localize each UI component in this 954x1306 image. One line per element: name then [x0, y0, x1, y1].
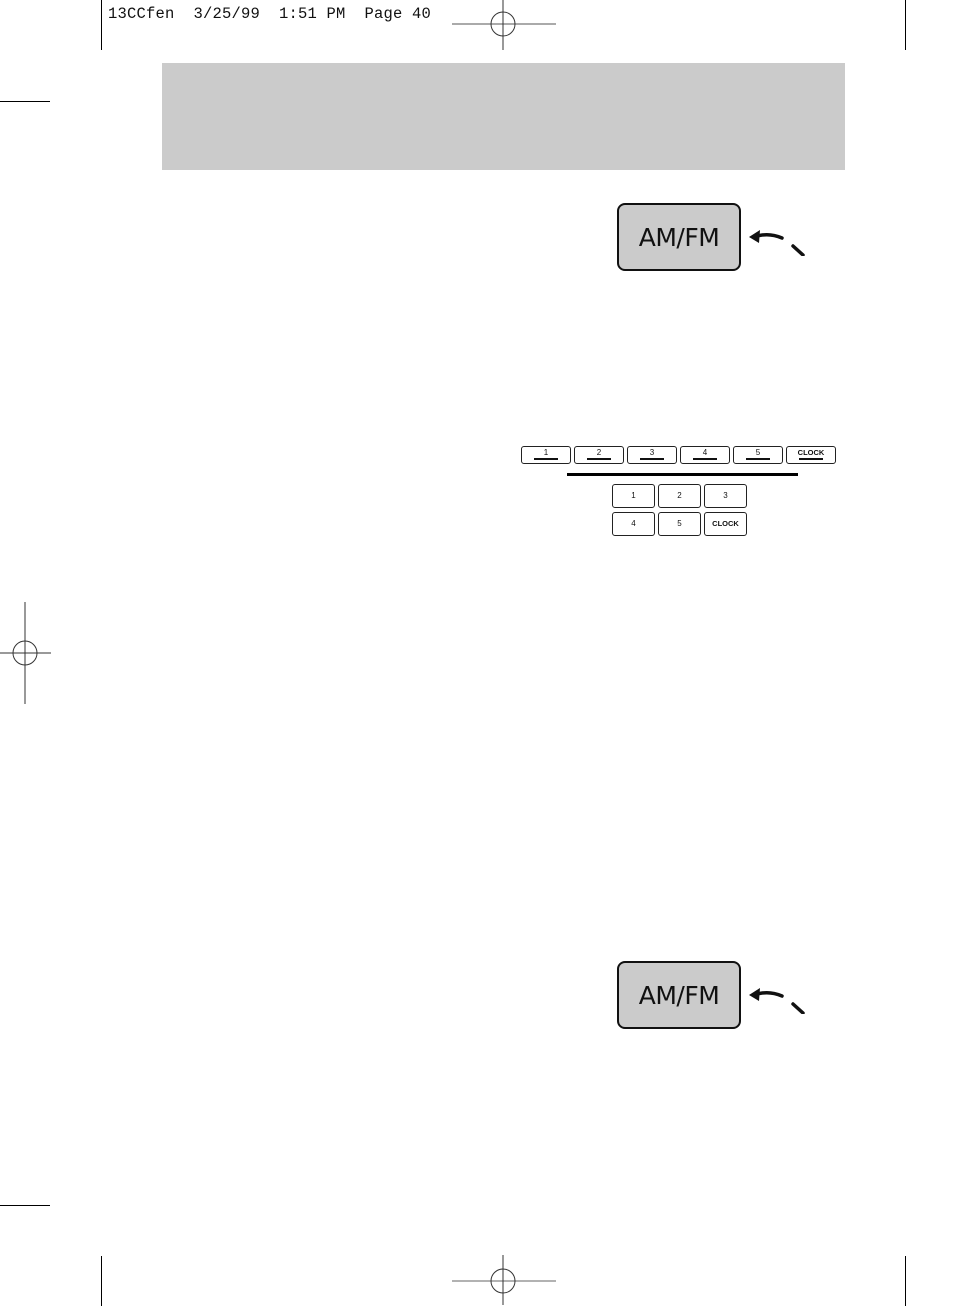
crop-mark-bottom-left-horizontal — [0, 1205, 50, 1206]
crop-mark-top-right-vertical — [905, 0, 906, 50]
registration-mark-bottom-icon — [452, 1255, 556, 1305]
preset-button-5: 5 — [733, 446, 783, 464]
preset-label: CLOCK — [797, 448, 825, 457]
print-slug: 13CCfen 3/25/99 1:51 PM Page 40 — [108, 5, 432, 23]
preset-label: 3 — [649, 448, 655, 457]
preset-button-1: 1 — [521, 446, 571, 464]
preset-label: 5 — [755, 448, 761, 457]
preset-underline — [693, 458, 717, 460]
preset-underline — [587, 458, 611, 460]
preset-grid-button-4: 4 — [612, 512, 655, 536]
preset-underline — [640, 458, 664, 460]
preset-underline — [534, 458, 558, 460]
preset-grid-button-5: 5 — [658, 512, 701, 536]
section-header-band — [162, 63, 845, 170]
preset-button-strip: 1 2 3 4 5 CLOCK — [521, 446, 836, 464]
preset-label: 1 — [543, 448, 549, 457]
preset-grid-button-2: 2 — [658, 484, 701, 508]
crop-mark-top-left-horizontal — [0, 101, 50, 102]
press-arrow-icon — [749, 988, 805, 1014]
registration-mark-left-icon — [0, 602, 51, 704]
preset-button-3: 3 — [627, 446, 677, 464]
preset-underline — [746, 458, 770, 460]
preset-label: 2 — [596, 448, 602, 457]
registration-mark-top-icon — [452, 0, 556, 50]
preset-grid-button-3: 3 — [704, 484, 747, 508]
amfm-button-illustration-top: AM/FM — [617, 203, 741, 271]
press-arrow-icon — [749, 230, 805, 256]
crop-mark-bottom-left-vertical — [101, 1256, 102, 1306]
preset-button-4: 4 — [680, 446, 730, 464]
crop-mark-top-left-vertical — [101, 0, 102, 50]
preset-button-2: 2 — [574, 446, 624, 464]
preset-underline — [799, 458, 823, 460]
preset-grid-button-clock: CLOCK — [704, 512, 747, 536]
preset-grid-button-1: 1 — [612, 484, 655, 508]
preset-button-grid: 1 2 3 4 5 CLOCK — [612, 484, 747, 536]
crop-mark-bottom-right-vertical — [905, 1256, 906, 1306]
preset-label: 4 — [702, 448, 708, 457]
amfm-button-illustration-bottom: AM/FM — [617, 961, 741, 1029]
preset-button-clock: CLOCK — [786, 446, 836, 464]
divider-line — [567, 473, 798, 476]
